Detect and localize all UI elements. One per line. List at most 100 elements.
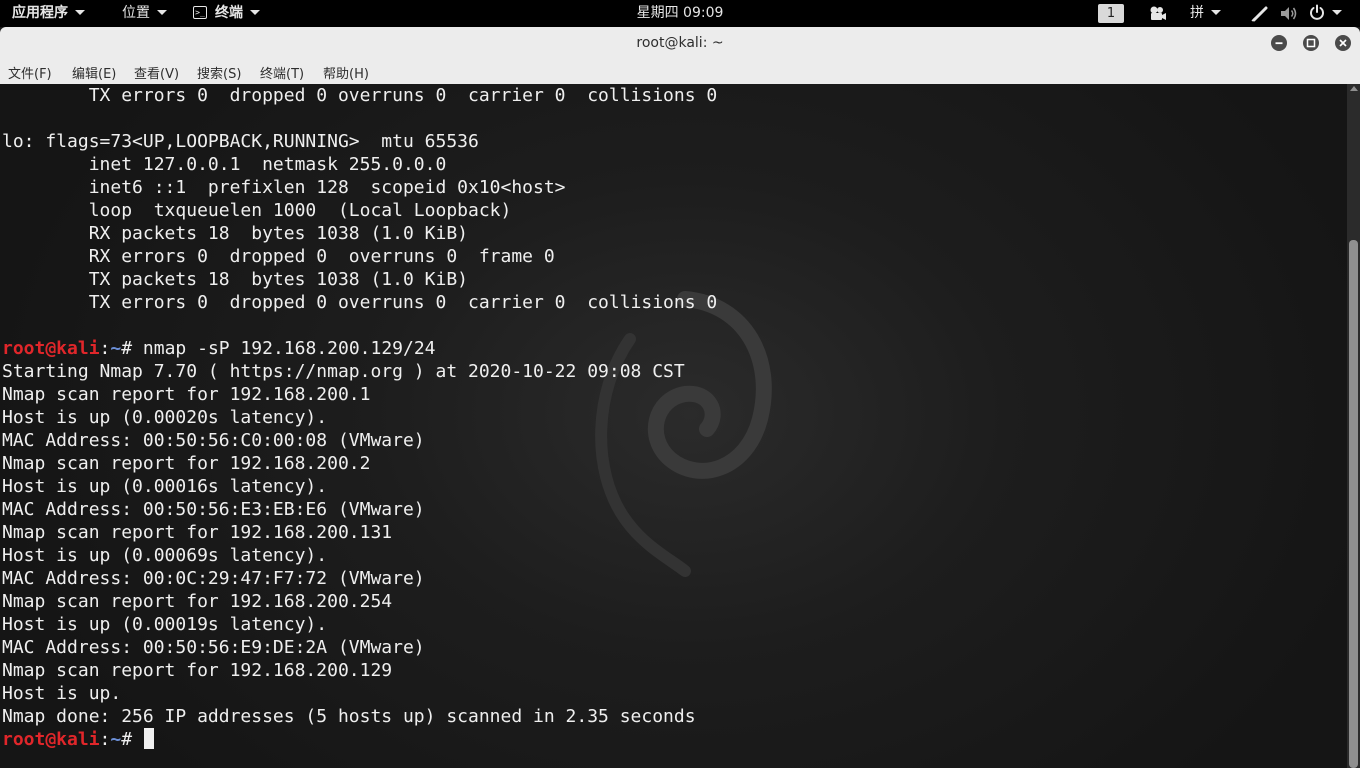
pen-icon[interactable] [1251,5,1269,22]
top-panel: 应用程序 位置 >_ 终端 星期四 09:09 1 拼 [0,0,1360,27]
output-line: MAC Address: 00:50:56:C0:00:08 (VMware) [2,429,717,452]
menu-view[interactable]: 查看(V) [134,63,179,82]
chevron-down-icon [157,9,167,15]
output-line: Nmap scan report for 192.168.200.129 [2,659,717,682]
applications-menu[interactable]: 应用程序 [12,0,85,27]
minimize-icon [1275,42,1283,45]
prompt-line: root@kali:~# nmap -sP 192.168.200.129/24 [2,337,717,360]
volume-icon[interactable] [1279,5,1299,22]
output-text: Nmap scan report for 192.168.200.131 [2,522,393,543]
output-text: TX packets 18 bytes 1038 (1.0 KiB) [2,269,468,290]
clock[interactable]: 星期四 09:09 [637,5,724,21]
minimize-button[interactable] [1271,35,1287,51]
scroll-up-icon[interactable] [1350,86,1358,91]
window-title: root@kali: ~ [636,35,724,51]
output-text: Nmap scan report for 192.168.200.2 [2,453,371,474]
output-text: Nmap scan report for 192.168.200.129 [2,660,393,681]
menu-bar: 文件(F) 编辑(E) 查看(V) 搜索(S) 终端(T) 帮助(H) [0,59,1360,85]
output-text: MAC Address: 00:50:56:E3:EB:E6 (VMware) [2,499,425,520]
output-line: TX errors 0 dropped 0 overruns 0 carrier… [2,84,718,107]
chevron-down-icon [1332,9,1342,15]
output-line: lo: flags=73<UP,LOOPBACK,RUNNING> mtu 65… [2,130,717,153]
prompt-symbol: # [121,729,143,750]
output-line: Nmap done: 256 IP addresses (5 hosts up)… [2,705,717,728]
output-text: Host is up (0.00020s latency). [2,407,328,428]
prompt-user: root@kali [2,729,100,750]
prompt-separator: : [99,729,111,750]
close-icon [1339,39,1347,47]
prompt-user: root@kali [2,338,100,359]
menu-file[interactable]: 文件(F) [8,63,52,82]
maximize-icon [1306,38,1316,48]
output-line: TX packets 18 bytes 1038 (1.0 KiB) [2,268,717,291]
output-text: MAC Address: 00:50:56:C0:00:08 (VMware) [2,430,425,451]
output-text: Nmap scan report for 192.168.200.1 [2,384,371,405]
menu-terminal[interactable]: 终端(T) [260,63,304,82]
text-cursor [143,728,154,749]
prompt-separator: : [99,338,111,359]
output-line: loop txqueuelen 1000 (Local Loopback) [2,199,717,222]
command-text: nmap -sP 192.168.200.129/24 [142,338,436,359]
output-line: RX errors 0 dropped 0 overruns 0 frame 0 [2,245,717,268]
menu-edit[interactable]: 编辑(E) [72,63,116,82]
maximize-button[interactable] [1303,35,1319,51]
prompt-symbol: # [121,338,143,359]
output-text: Starting Nmap 7.70 ( https://nmap.org ) … [2,361,685,382]
workspace-indicator[interactable]: 1 [1098,4,1124,23]
prompt-path: ~ [110,338,122,359]
places-menu[interactable]: 位置 [122,0,167,27]
terminal-app-label: 终端 [215,5,243,21]
output-line: TX errors 0 dropped 0 overruns 0 carrier… [2,291,718,314]
scrollbar[interactable] [1347,84,1360,768]
output-line: Host is up (0.00016s latency). [2,475,717,498]
terminal-app-menu[interactable]: >_ 终端 [193,0,260,27]
output-line: MAC Address: 00:50:56:E9:DE:2A (VMware) [2,636,717,659]
output-text: Host is up (0.00069s latency). [2,545,328,566]
menu-search[interactable]: 搜索(S) [197,63,241,82]
output-text: RX packets 18 bytes 1038 (1.0 KiB) [2,223,468,244]
menu-help[interactable]: 帮助(H) [323,63,369,82]
output-text: inet6 ::1 prefixlen 128 scopeid 0x10<hos… [2,177,566,198]
output-text: Host is up (0.00019s latency). [2,614,328,635]
output-line: Host is up (0.00019s latency). [2,613,717,636]
output-line: MAC Address: 00:0C:29:47:F7:72 (VMware) [2,567,717,590]
chevron-down-icon [250,9,260,15]
output-line: Host is up (0.00069s latency). [2,544,717,567]
output-text: TX errors 0 dropped 0 overruns 0 carrier… [2,85,718,106]
output-text: inet 127.0.0.1 netmask 255.0.0.0 [2,154,447,175]
output-text: loop txqueuelen 1000 (Local Loopback) [2,200,512,221]
scrollbar-thumb[interactable] [1349,240,1358,768]
output-line: Nmap scan report for 192.168.200.1 [2,383,717,406]
terminal-output[interactable]: TX errors 0 dropped 0 overruns 0 carrier… [0,84,1347,768]
output-line: Host is up (0.00020s latency). [2,406,717,429]
output-text: lo: flags=73<UP,LOOPBACK,RUNNING> mtu 65… [2,131,479,152]
output-text: Nmap scan report for 192.168.200.254 [2,591,393,612]
output-line: Host is up. [2,682,717,705]
input-method-menu[interactable]: 拼 [1190,0,1221,27]
terminal-window: root@kali: ~ 文件(F) 编辑(E) 查看(V) 搜索(S) 终端(… [0,27,1360,768]
power-icon [1310,4,1324,20]
output-text: TX errors 0 dropped 0 overruns 0 carrier… [2,292,718,313]
output-line: Starting Nmap 7.70 ( https://nmap.org ) … [2,360,717,383]
title-bar[interactable]: root@kali: ~ [0,27,1360,59]
output-text: MAC Address: 00:0C:29:47:F7:72 (VMware) [2,568,425,589]
output-text: Host is up (0.00016s latency). [2,476,328,497]
output-line: RX packets 18 bytes 1038 (1.0 KiB) [2,222,717,245]
system-menu[interactable] [1309,0,1342,27]
output-line: Nmap scan report for 192.168.200.2 [2,452,717,475]
close-button[interactable] [1335,35,1351,51]
camera-icon[interactable] [1149,5,1167,22]
chevron-down-icon [1211,9,1221,15]
terminal-icon: >_ [193,5,207,19]
terminal-lines: TX errors 0 dropped 0 overruns 0 carrier… [2,84,717,751]
output-line: Nmap scan report for 192.168.200.131 [2,521,717,544]
output-line: Nmap scan report for 192.168.200.254 [2,590,717,613]
output-text: MAC Address: 00:50:56:E9:DE:2A (VMware) [2,637,425,658]
output-text: Host is up. [2,683,122,704]
output-line: MAC Address: 00:50:56:E3:EB:E6 (VMware) [2,498,717,521]
applications-label: 应用程序 [12,5,68,21]
output-line: inet 127.0.0.1 netmask 255.0.0.0 [2,153,717,176]
prompt-line: root@kali:~# [2,728,717,751]
